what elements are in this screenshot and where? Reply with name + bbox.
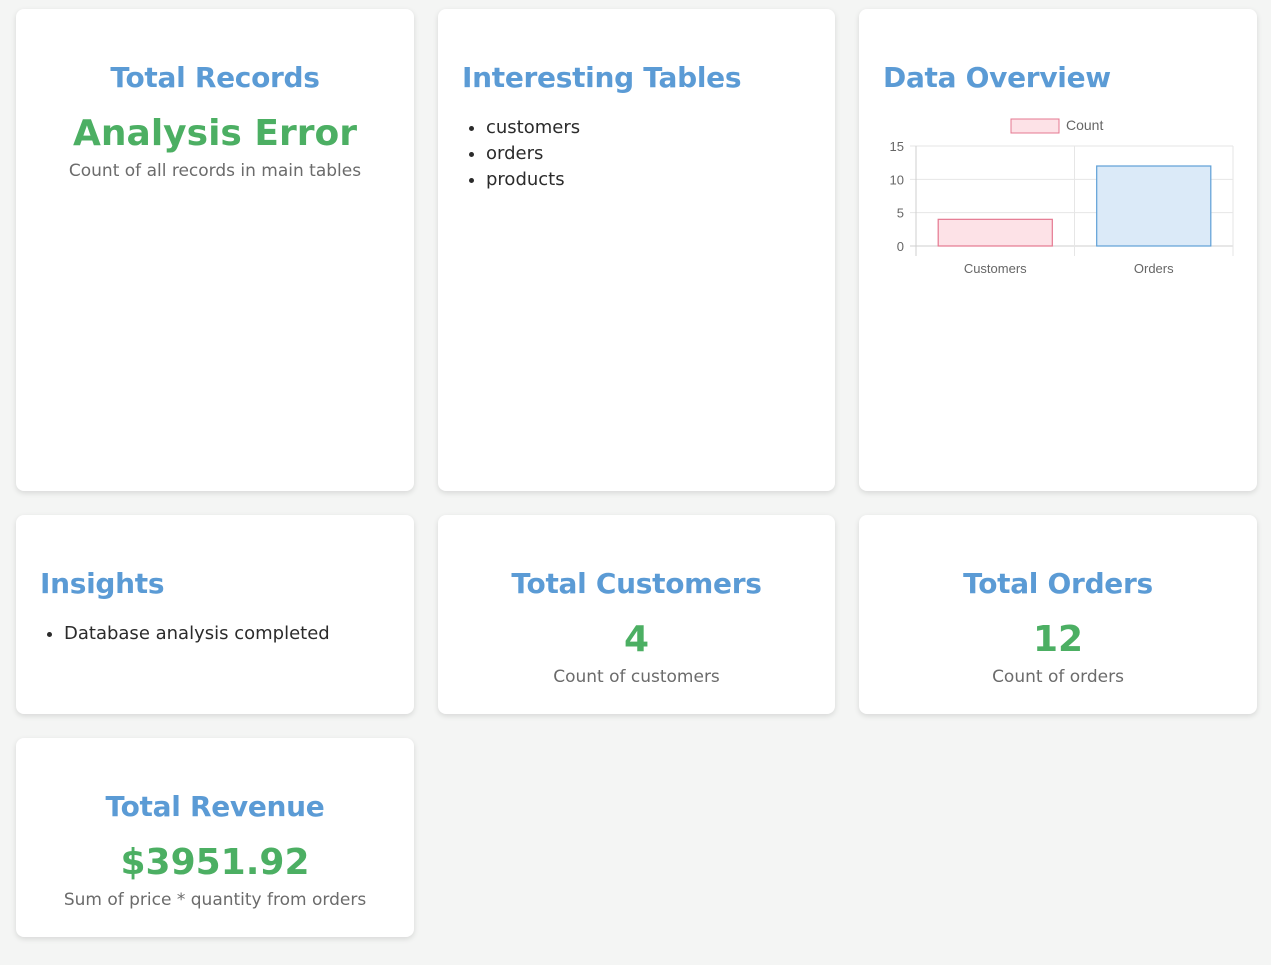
insights-card: Insights Database analysis completed bbox=[16, 515, 414, 714]
legend-label: Count bbox=[1066, 117, 1103, 133]
bar-customers bbox=[937, 218, 1053, 247]
metric-value: Analysis Error bbox=[73, 113, 357, 154]
metric-description: Count of orders bbox=[992, 667, 1124, 687]
card-title: Total Revenue bbox=[105, 790, 325, 823]
y-axis-ticks: 0 5 10 15 bbox=[890, 139, 904, 254]
chart-legend: Count bbox=[1010, 117, 1103, 134]
x-tick-label: Orders bbox=[1134, 261, 1174, 276]
list-item: products bbox=[486, 167, 580, 193]
y-tick-label: 5 bbox=[897, 206, 904, 221]
metric-value: $3951.92 bbox=[120, 842, 310, 883]
y-tick-label: 15 bbox=[890, 139, 904, 154]
total-orders-card: Total Orders 12 Count of orders bbox=[859, 515, 1257, 714]
bar-chart: 0 5 10 15 Customers Orders Count bbox=[890, 117, 1234, 276]
metric-value: 4 bbox=[623, 619, 650, 660]
list-item: customers bbox=[486, 115, 580, 141]
card-title: Insights bbox=[40, 567, 165, 600]
data-overview-card: Data Overview 0 5 10 15 Customers Orders Cou… bbox=[859, 9, 1257, 491]
insights-list: Database analysis completed bbox=[16, 621, 330, 647]
total-revenue-card: Total Revenue $3951.92 Sum of price * qu… bbox=[16, 738, 414, 937]
metric-description: Count of customers bbox=[553, 667, 720, 687]
x-axis-ticks: Customers Orders bbox=[964, 261, 1174, 276]
legend-swatch bbox=[1010, 118, 1060, 134]
total-customers-card: Total Customers 4 Count of customers bbox=[438, 515, 835, 714]
metric-value: 12 bbox=[1032, 619, 1084, 660]
metric-description: Count of all records in main tables bbox=[68, 161, 362, 181]
x-tick-label: Customers bbox=[964, 261, 1027, 276]
card-title: Interesting Tables bbox=[462, 61, 742, 94]
card-title: Total Customers bbox=[511, 567, 762, 600]
tables-list: customers orders products bbox=[438, 115, 580, 193]
list-item: orders bbox=[486, 141, 580, 167]
card-title: Total Orders bbox=[963, 567, 1153, 600]
bar-orders bbox=[1096, 165, 1212, 247]
card-title: Total Records bbox=[110, 61, 320, 94]
y-tick-label: 10 bbox=[890, 172, 904, 187]
metric-description: Sum of price * quantity from orders bbox=[63, 890, 367, 910]
y-tick-label: 0 bbox=[897, 239, 904, 254]
list-item: Database analysis completed bbox=[64, 621, 330, 647]
total-records-card: Total Records Analysis Error Count of al… bbox=[16, 9, 414, 491]
interesting-tables-card: Interesting Tables customers orders prod… bbox=[438, 9, 835, 491]
